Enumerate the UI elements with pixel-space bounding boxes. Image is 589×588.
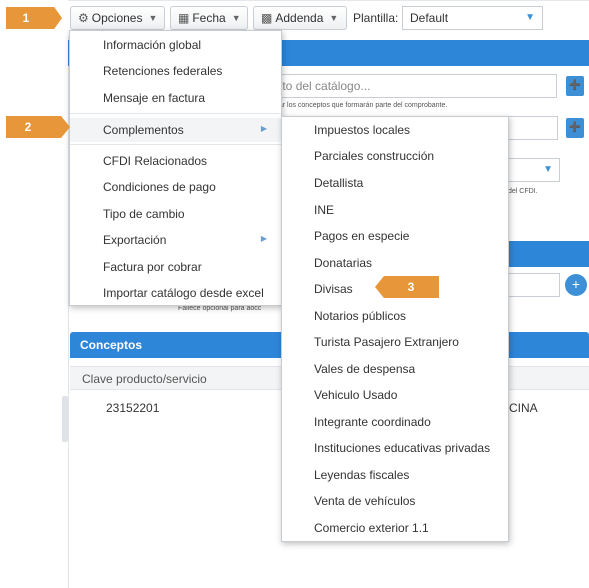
calendar-icon: ▦ <box>178 11 190 25</box>
chevron-right-icon: ▶ <box>260 124 267 133</box>
menu-item-complementos[interactable]: Complementos ▶ <box>70 118 281 142</box>
row-description-cell: CINA <box>509 401 538 415</box>
concept-search-placeholder: epto del catálogo... <box>269 79 371 93</box>
page: ⚙ Opciones ▼ ▦ Fecha ▼ ▩ Addenda ▼ Plant… <box>0 0 589 588</box>
sidebar-toggle-handle[interactable] <box>62 396 68 442</box>
submenu-item-vehiculo-usado[interactable]: Vehiculo Usado <box>282 383 508 407</box>
submenu-item-parciales-construccion[interactable]: Parciales construcción <box>282 144 508 168</box>
menu-item-tipo-de-cambio[interactable]: Tipo de cambio <box>70 202 281 226</box>
cfdi-select[interactable]: ▼ <box>508 158 560 182</box>
section-header-bar-2 <box>509 241 589 267</box>
partial-input[interactable] <box>508 273 560 297</box>
submenu-item-notarios-publicos[interactable]: Notarios públicos <box>282 304 508 328</box>
partial-hint: Fallece opcional para aocc <box>178 305 262 312</box>
submenu-item-pagos-en-especie[interactable]: Pagos en especie <box>282 224 508 248</box>
plantilla-select[interactable]: Default ▼ <box>402 6 543 30</box>
menu-divider <box>70 144 281 145</box>
gear-icon: ⚙ <box>78 11 89 25</box>
menu-item-mensaje-en-factura[interactable]: Mensaje en factura <box>70 86 281 110</box>
submenu-item-leyendas-fiscales[interactable]: Leyendas fiscales <box>282 463 508 487</box>
calculator-icon: ▩ <box>261 11 273 25</box>
menu-item-importar-catalogo[interactable]: Importar catálogo desde excel <box>70 281 281 305</box>
secondary-input[interactable] <box>508 116 558 140</box>
submenu-item-comercio-exterior[interactable]: Comercio exterior 1.1 <box>282 516 508 540</box>
column-clave: Clave producto/servicio <box>82 372 207 386</box>
submenu-item-ine[interactable]: INE <box>282 198 508 222</box>
chevron-down-icon: ▼ <box>231 13 241 23</box>
chevron-down-icon: ▼ <box>525 12 535 23</box>
add-button-2[interactable]: ➕ <box>566 118 584 138</box>
row-clave-cell: 23152201 <box>106 401 160 415</box>
plantilla-label: Plantilla: <box>353 11 399 25</box>
cfdi-hint: del CFDI. <box>508 188 538 195</box>
fecha-button[interactable]: ▦ Fecha ▼ <box>170 6 248 30</box>
step-callout-2: 2 <box>6 116 70 138</box>
submenu-item-integrante-coordinado[interactable]: Integrante coordinado <box>282 410 508 434</box>
menu-item-informacion-global[interactable]: Información global <box>70 33 281 57</box>
opciones-label: Opciones <box>91 11 143 25</box>
menu-divider <box>70 113 281 114</box>
submenu-item-venta-de-vehiculos[interactable]: Venta de vehículos <box>282 489 508 513</box>
menu-item-condiciones-de-pago[interactable]: Condiciones de pago <box>70 175 281 199</box>
plantilla-value: Default <box>410 11 449 25</box>
concept-search-input[interactable]: epto del catálogo... <box>262 74 557 98</box>
add-circle-button[interactable]: + <box>565 274 587 296</box>
step-callout-3: 3 <box>375 276 439 298</box>
conceptos-title: Conceptos <box>80 338 143 352</box>
menu-item-exportacion[interactable]: Exportación ▶ <box>70 228 281 252</box>
menu-item-factura-por-cobrar[interactable]: Factura por cobrar <box>70 255 281 279</box>
submenu-item-vales-de-despensa[interactable]: Vales de despensa <box>282 357 508 381</box>
submenu-item-impuestos-locales[interactable]: Impuestos locales <box>282 118 508 142</box>
left-rail <box>0 0 68 588</box>
chevron-right-icon: ▶ <box>260 234 267 243</box>
concept-hint: cionar los conceptos que formarán parte … <box>266 102 448 109</box>
addenda-label: Addenda <box>275 11 324 25</box>
submenu-item-instituciones-educativas[interactable]: Instituciones educativas privadas <box>282 436 508 460</box>
submenu-item-detallista[interactable]: Detallista <box>282 171 508 195</box>
menu-item-cfdi-relacionados[interactable]: CFDI Relacionados <box>70 149 281 173</box>
step-callout-1: 1 <box>6 7 62 29</box>
opciones-button[interactable]: ⚙ Opciones ▼ <box>70 6 165 30</box>
submenu-item-donatarias[interactable]: Donatarias <box>282 251 508 275</box>
complementos-submenu: Impuestos locales Parciales construcción… <box>281 116 509 542</box>
chevron-down-icon: ▼ <box>329 13 339 23</box>
submenu-item-turista-pasajero-extranjero[interactable]: Turista Pasajero Extranjero <box>282 330 508 354</box>
menu-item-retenciones-federales[interactable]: Retenciones federales <box>70 59 281 83</box>
opciones-menu: Información global Retenciones federales… <box>69 30 282 306</box>
addenda-button[interactable]: ▩ Addenda ▼ <box>253 6 347 30</box>
add-concept-button[interactable]: ➕ <box>566 76 584 96</box>
chevron-down-icon: ▼ <box>543 164 553 175</box>
fecha-label: Fecha <box>192 11 226 25</box>
chevron-down-icon: ▼ <box>148 13 158 23</box>
